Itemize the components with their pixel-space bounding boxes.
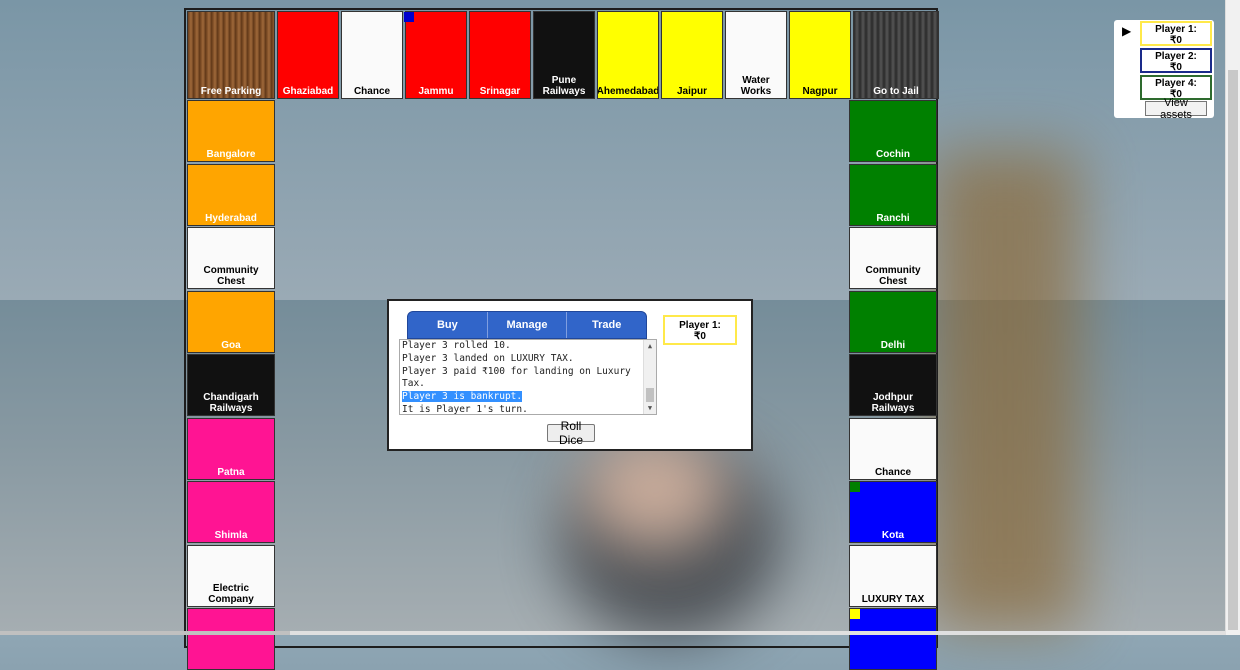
tile-chandigarh-railways[interactable]: Chandigarh Railways	[187, 354, 275, 416]
tile-electric-company[interactable]: Electric Company	[187, 544, 275, 607]
tile-community-chest[interactable]: Community Chest	[187, 227, 275, 289]
tile-free-parking[interactable]: Free Parking	[187, 11, 275, 99]
tile-label: Hyderabad	[205, 212, 257, 224]
tile-srinagar[interactable]: Srinagar	[469, 11, 531, 99]
log-line: Player 3 paid ₹100 for landing on Luxury	[402, 365, 631, 377]
tile-label: Cochin	[876, 149, 910, 160]
tile-label: Jammu	[418, 86, 454, 97]
log-scrollbar[interactable]: ▲ ▼	[643, 340, 656, 414]
tile-pune-railways[interactable]: Pune Railways	[533, 11, 595, 99]
background-building	[930, 150, 1080, 630]
tile-label: Electric Company	[208, 582, 254, 605]
tile-ahemedabad[interactable]: Ahemedabad	[597, 11, 659, 99]
tile-ghaziabad[interactable]: Ghaziabad	[277, 11, 339, 99]
tile-blank[interactable]	[849, 608, 937, 670]
tile-patna[interactable]: Patna	[187, 417, 275, 480]
selected-text: Player 3 is bankrupt.	[402, 391, 523, 403]
player-money: ₹0	[1170, 35, 1182, 46]
tile-label: Shimla	[214, 530, 248, 541]
current-player-box: Player 1: ₹0	[663, 315, 737, 345]
tile-label: Go to Jail	[873, 86, 919, 97]
tile-cochin[interactable]: Cochin	[849, 100, 937, 162]
tab-trade[interactable]: Trade	[567, 312, 646, 338]
page-scrollbar[interactable]	[1225, 0, 1240, 635]
player-label: Player 2:	[1155, 51, 1197, 62]
player-money: ₹0	[1170, 62, 1182, 73]
current-player-label: Player 1:	[679, 320, 721, 331]
log-line-highlighted: Player 3 is bankrupt.	[402, 391, 642, 404]
player-token-yellow	[850, 609, 860, 619]
tile-chance[interactable]: Chance	[849, 417, 937, 480]
tile-blank[interactable]	[187, 608, 275, 670]
view-assets-button[interactable]: View assets	[1145, 97, 1207, 121]
action-popup: Buy Manage Trade Player 3 rolled 10. Pla…	[387, 299, 753, 451]
tile-label: Srinagar	[479, 86, 521, 97]
tile-label: Jaipur	[676, 86, 707, 97]
tile-community-chest[interactable]: Community Chest	[849, 227, 937, 289]
tab-manage[interactable]: Manage	[488, 312, 568, 338]
tile-water-works[interactable]: Water Works	[725, 11, 787, 99]
player-card-2[interactable]: Player 2: ₹0	[1140, 48, 1212, 73]
game-log[interactable]: Player 3 rolled 10. Player 3 landed on L…	[399, 339, 657, 415]
tile-bangalore[interactable]: Bangalore	[187, 100, 275, 162]
tile-label: Water Works	[740, 75, 772, 97]
tile-label: Ahemedabad	[597, 86, 659, 97]
player-token-green	[850, 482, 860, 492]
tile-label: Bangalore	[206, 149, 256, 160]
action-tabs: Buy Manage Trade	[407, 311, 647, 339]
tile-label: Chance	[874, 466, 912, 478]
player-label: Player 4:	[1155, 78, 1197, 89]
tile-go-to-jail[interactable]: Go to Jail	[853, 11, 939, 99]
tile-label: Pune Railways	[542, 75, 586, 97]
tab-buy[interactable]: Buy	[408, 312, 488, 338]
tile-ranchi[interactable]: Ranchi	[849, 163, 937, 226]
tile-label: Free Parking	[200, 86, 262, 97]
tile-label: Ghaziabad	[282, 86, 334, 97]
tile-nagpur[interactable]: Nagpur	[789, 11, 851, 99]
tile-goa[interactable]: Goa	[187, 290, 275, 353]
tile-chance[interactable]: Chance	[341, 11, 403, 99]
current-turn-arrow-icon: ▶	[1122, 24, 1132, 38]
log-line: Tax.	[402, 378, 425, 390]
player-card-1[interactable]: Player 1: ₹0	[1140, 21, 1212, 46]
page-scroll-thumb[interactable]	[1228, 70, 1238, 630]
log-line: Player 3 landed on LUXURY TAX.	[402, 352, 574, 364]
scroll-up-icon[interactable]: ▲	[645, 341, 655, 351]
player-label: Player 1:	[1155, 24, 1197, 35]
log-line: Player 3 rolled 10.	[402, 340, 511, 351]
roll-dice-button[interactable]: Roll Dice	[547, 419, 595, 447]
tile-label: Chance	[353, 86, 391, 97]
tile-label: Kota	[881, 530, 905, 541]
tile-shimla[interactable]: Shimla	[187, 481, 275, 543]
tile-jodhpur-railways[interactable]: Jodhpur Railways	[849, 354, 937, 416]
tile-delhi[interactable]: Delhi	[849, 290, 937, 353]
tile-label: Chandigarh Railways	[203, 392, 259, 414]
tile-jaipur[interactable]: Jaipur	[661, 11, 723, 99]
tile-hyderabad[interactable]: Hyderabad	[187, 163, 275, 226]
tile-label: Community Chest	[203, 265, 259, 287]
tile-kota[interactable]: Kota	[849, 481, 937, 543]
tile-label: Nagpur	[802, 86, 838, 97]
log-line: It is Player 1's turn.	[402, 403, 528, 415]
tile-label: Community Chest	[865, 265, 921, 287]
tile-luxury-tax[interactable]: LUXURY TAX	[849, 544, 937, 607]
player-token-blue	[404, 12, 414, 22]
scroll-thumb[interactable]	[646, 388, 654, 402]
horizontal-scrollbar[interactable]	[0, 631, 1226, 635]
tile-label: LUXURY TAX	[861, 593, 925, 605]
tile-jammu[interactable]: Jammu	[405, 11, 467, 99]
tile-label: Ranchi	[876, 212, 910, 224]
current-player-money: ₹0	[694, 331, 706, 342]
tile-label: Delhi	[880, 339, 906, 351]
tile-label: Goa	[221, 339, 241, 351]
tile-label: Jodhpur Railways	[871, 392, 915, 414]
players-panel: ▶ Player 1: ₹0 Player 2: ₹0 Player 4: ₹0…	[1114, 20, 1214, 121]
scroll-down-icon[interactable]: ▼	[645, 403, 655, 413]
tile-label: Patna	[217, 466, 245, 478]
horizontal-scroll-thumb[interactable]	[0, 631, 290, 635]
